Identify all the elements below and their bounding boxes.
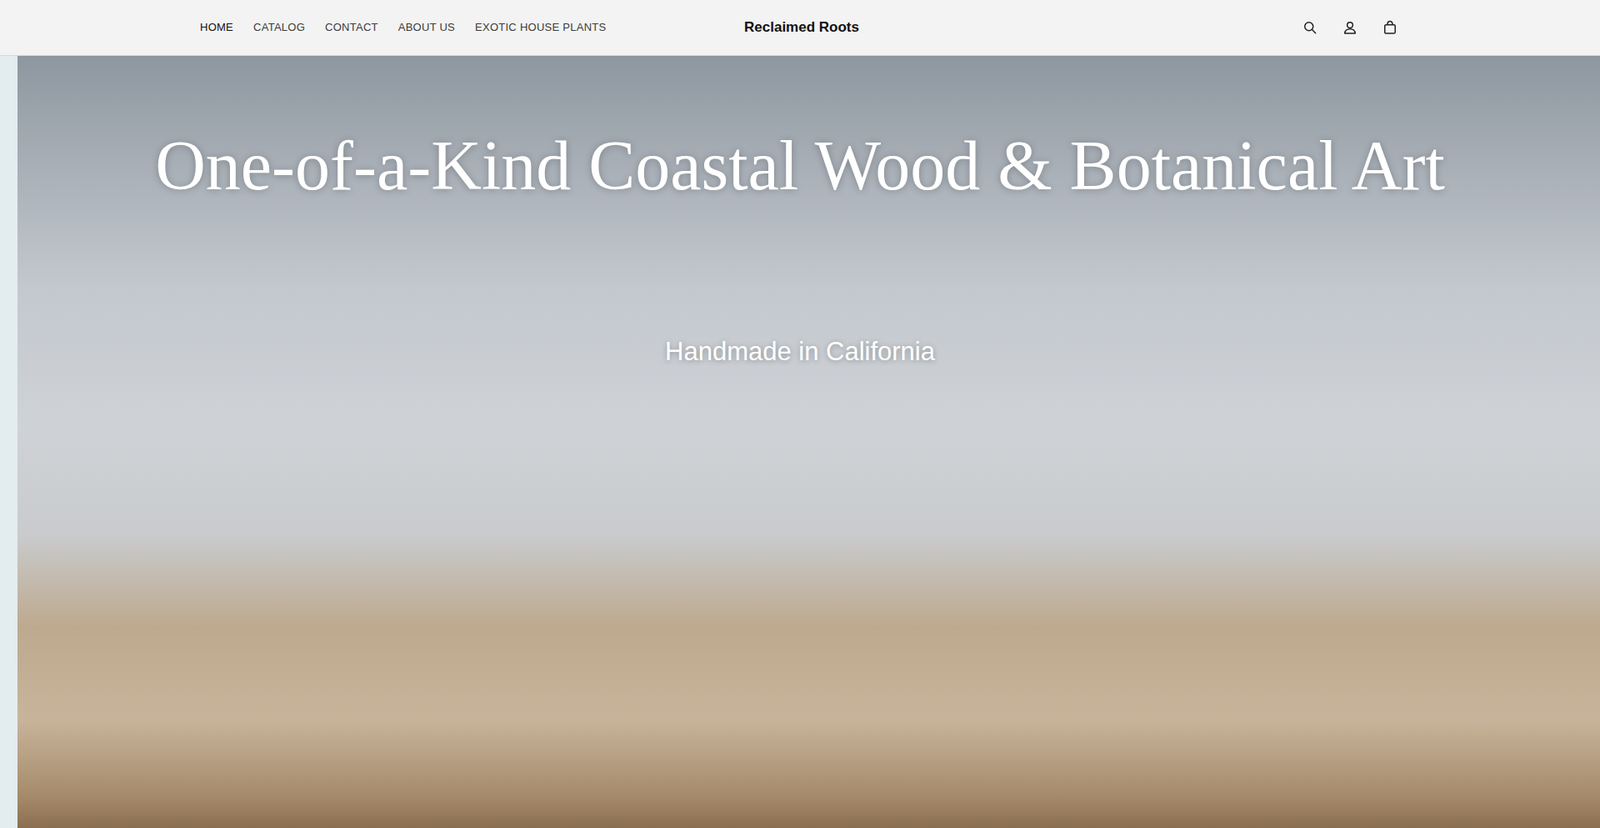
nav-link[interactable]: EXOTIC HOUSE PLANTS bbox=[475, 15, 606, 40]
search-icon bbox=[1301, 19, 1319, 36]
site-header: HOME CATALOG CONTACT ABOUT US EXOTIC HOUSE P… bbox=[0, 0, 1600, 56]
nav-link[interactable]: HOME bbox=[200, 15, 234, 40]
account-icon bbox=[1341, 19, 1359, 36]
nav-link[interactable]: ABOUT US bbox=[398, 15, 455, 40]
logo[interactable]: Reclaimed Roots bbox=[744, 16, 860, 39]
account-button[interactable] bbox=[1336, 14, 1364, 41]
header-icons bbox=[859, 14, 1404, 41]
main-nav: HOME CATALOG CONTACT ABOUT US EXOTIC HOUSE P… bbox=[200, 15, 745, 40]
nav-link[interactable]: CONTACT bbox=[325, 15, 379, 40]
hero-title: One-of-a-Kind Coastal Wood & Botanical A… bbox=[0, 55, 1600, 209]
hero-banner: One-of-a-Kind Coastal Wood & Botanical A… bbox=[0, 55, 1600, 828]
hero-subtitle: Handmade in California bbox=[0, 335, 1600, 369]
cart-button[interactable] bbox=[1376, 14, 1404, 41]
cart-icon bbox=[1381, 19, 1399, 36]
nav-link[interactable]: CATALOG bbox=[253, 15, 305, 40]
search-button[interactable] bbox=[1296, 14, 1324, 41]
header-bar: HOME CATALOG CONTACT ABOUT US EXOTIC HOUSE P… bbox=[0, 0, 1600, 55]
